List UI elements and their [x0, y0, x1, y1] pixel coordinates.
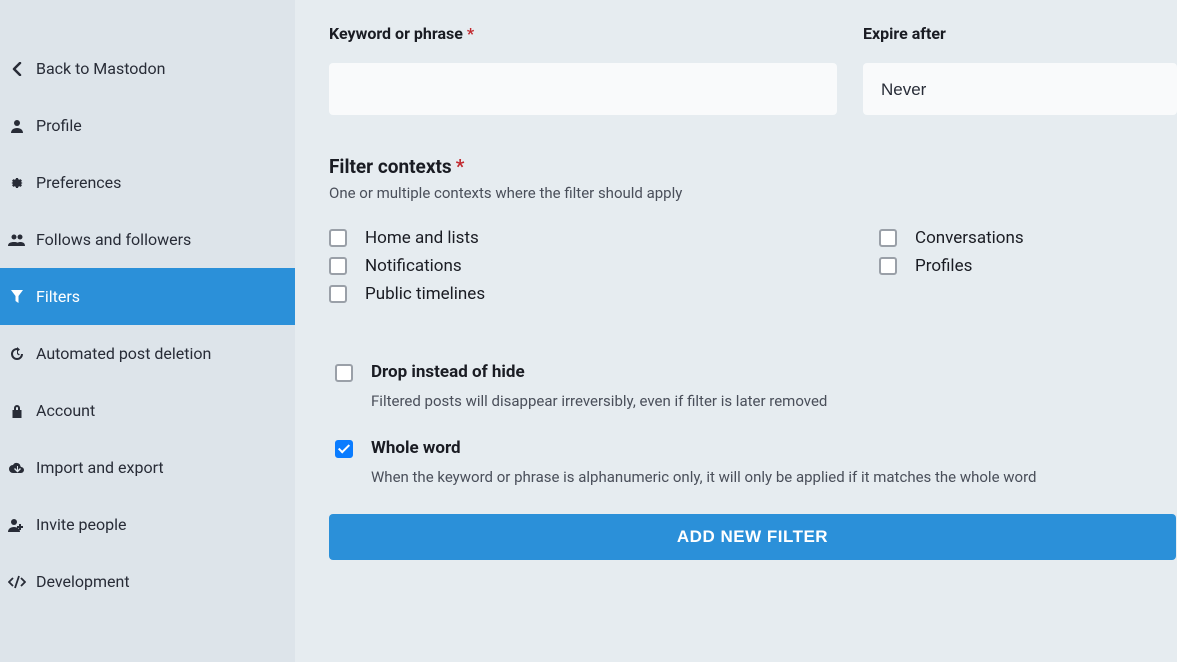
sidebar-item-label: Development: [36, 572, 130, 591]
context-notifications-row[interactable]: Notifications: [329, 256, 839, 276]
expire-label: Expire after: [863, 24, 1177, 43]
required-asterisk: *: [467, 24, 474, 43]
required-asterisk: *: [456, 155, 465, 178]
sidebar-item-label: Invite people: [36, 515, 126, 534]
expire-select[interactable]: Never: [863, 63, 1177, 115]
whole-word-option: Whole word When the keyword or phrase is…: [329, 438, 1177, 486]
context-label: Home and lists: [365, 228, 479, 248]
sidebar-item-filters[interactable]: Filters: [0, 268, 295, 325]
history-icon: [8, 347, 26, 361]
main-content: Keyword or phrase* Expire after Never Fi…: [295, 0, 1177, 662]
sidebar-item-invite[interactable]: Invite people: [0, 496, 295, 553]
whole-word-checkbox[interactable]: [335, 440, 353, 458]
sidebar-item-label: Back to Mastodon: [36, 59, 165, 78]
context-conversations-checkbox[interactable]: [879, 229, 897, 247]
context-public-row[interactable]: Public timelines: [329, 284, 839, 304]
add-filter-button[interactable]: Add new filter: [329, 514, 1176, 560]
filter-icon: [8, 290, 26, 304]
context-home-row[interactable]: Home and lists: [329, 228, 839, 248]
keyword-label: Keyword or phrase*: [329, 24, 837, 43]
sidebar-item-label: Profile: [36, 116, 82, 135]
user-icon: [8, 119, 26, 133]
context-label: Public timelines: [365, 284, 485, 304]
filter-contexts-subtitle: One or multiple contexts where the filte…: [329, 184, 1177, 202]
gear-icon: [8, 176, 26, 190]
sidebar-item-development[interactable]: Development: [0, 553, 295, 610]
filter-contexts-title: Filter contexts*: [329, 155, 1177, 178]
drop-option: Drop instead of hide Filtered posts will…: [329, 362, 1177, 410]
sidebar-item-automated-deletion[interactable]: Automated post deletion: [0, 325, 295, 382]
sidebar-item-label: Follows and followers: [36, 230, 191, 249]
context-home-checkbox[interactable]: [329, 229, 347, 247]
lock-icon: [8, 404, 26, 418]
sidebar-item-account[interactable]: Account: [0, 382, 295, 439]
sidebar-item-label: Account: [36, 401, 95, 420]
context-conversations-row[interactable]: Conversations: [879, 228, 1177, 248]
drop-checkbox[interactable]: [335, 364, 353, 382]
keyword-field-group: Keyword or phrase*: [329, 24, 837, 115]
sidebar-item-import-export[interactable]: Import and export: [0, 439, 295, 496]
context-profiles-checkbox[interactable]: [879, 257, 897, 275]
sidebar-item-label: Import and export: [36, 458, 164, 477]
sidebar-item-label: Preferences: [36, 173, 121, 192]
users-icon: [8, 233, 26, 247]
sidebar-item-label: Filters: [36, 287, 80, 306]
sidebar-item-back[interactable]: Back to Mastodon: [0, 40, 295, 97]
drop-title: Drop instead of hide: [371, 362, 827, 382]
sidebar: Back to Mastodon Profile Preferences Fol…: [0, 0, 295, 662]
context-profiles-row[interactable]: Profiles: [879, 256, 1177, 276]
keyword-input[interactable]: [329, 63, 837, 115]
sidebar-item-preferences[interactable]: Preferences: [0, 154, 295, 211]
chevron-left-icon: [8, 62, 26, 76]
whole-word-title: Whole word: [371, 438, 1036, 458]
sidebar-item-label: Automated post deletion: [36, 344, 211, 363]
whole-word-desc: When the keyword or phrase is alphanumer…: [371, 468, 1036, 486]
sidebar-item-profile[interactable]: Profile: [0, 97, 295, 154]
context-notifications-checkbox[interactable]: [329, 257, 347, 275]
sidebar-item-follows[interactable]: Follows and followers: [0, 211, 295, 268]
user-plus-icon: [8, 518, 26, 532]
context-public-checkbox[interactable]: [329, 285, 347, 303]
expire-field-group: Expire after Never: [863, 24, 1177, 115]
context-label: Conversations: [915, 228, 1024, 248]
context-label: Notifications: [365, 256, 462, 276]
cloud-download-icon: [8, 461, 26, 475]
context-checkboxes: Home and lists Notifications Public time…: [329, 228, 1177, 312]
context-label: Profiles: [915, 256, 972, 276]
drop-desc: Filtered posts will disappear irreversib…: [371, 392, 827, 410]
code-icon: [8, 575, 26, 589]
